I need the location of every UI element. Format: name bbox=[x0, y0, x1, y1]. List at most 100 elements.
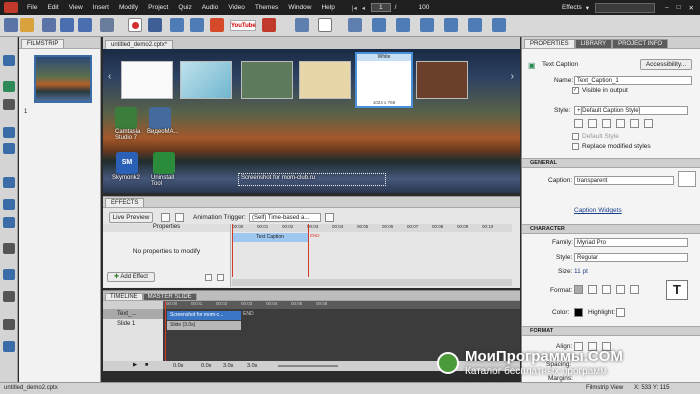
menu-quiz[interactable]: Quiz bbox=[173, 4, 196, 11]
pdf-icon[interactable] bbox=[262, 18, 276, 32]
style-select[interactable]: +[Default Caption Style] bbox=[574, 106, 688, 115]
menu-edit[interactable]: Edit bbox=[42, 4, 63, 11]
cut-icon[interactable] bbox=[100, 18, 114, 32]
new-project-icon[interactable] bbox=[4, 18, 18, 32]
tab-properties[interactable]: PROPERTIES bbox=[524, 39, 575, 48]
effects-end-marker[interactable] bbox=[308, 224, 309, 277]
effects-track[interactable]: Text Caption bbox=[232, 233, 308, 242]
size-value[interactable]: 11 pt bbox=[574, 268, 588, 275]
youtube-icon[interactable]: YouTube bbox=[230, 20, 256, 31]
accessibility-button[interactable]: Accessibility... bbox=[640, 59, 692, 70]
cube-icon[interactable] bbox=[372, 18, 386, 32]
prev-slide-icon[interactable]: ◂ bbox=[362, 4, 365, 12]
click-box-icon[interactable] bbox=[3, 177, 15, 188]
tab-timeline[interactable]: TIMELINE bbox=[105, 293, 143, 300]
tab-library[interactable]: LIBRARY bbox=[574, 39, 613, 48]
style-icon-5[interactable] bbox=[630, 119, 639, 128]
menu-video[interactable]: Video bbox=[223, 4, 250, 11]
menu-insert[interactable]: Insert bbox=[88, 4, 114, 11]
slide-thumbnail[interactable] bbox=[34, 55, 92, 103]
live-preview-button[interactable]: Live Preview bbox=[109, 212, 153, 223]
group-icon[interactable] bbox=[420, 18, 434, 32]
menu-project[interactable]: Project bbox=[143, 4, 173, 11]
effects-save-icon[interactable] bbox=[175, 213, 184, 222]
text-caption-object[interactable]: Screenshot for mom-club.ru bbox=[238, 173, 386, 186]
tab-project-info[interactable]: PROJECT INFO bbox=[612, 39, 669, 48]
theme-thumb-1[interactable] bbox=[121, 61, 173, 99]
search-input[interactable] bbox=[594, 2, 655, 13]
workspace-selector[interactable]: Effects bbox=[562, 4, 582, 11]
zoom-slider[interactable] bbox=[278, 365, 338, 367]
star-icon[interactable] bbox=[3, 55, 15, 66]
media-icon[interactable] bbox=[170, 18, 184, 32]
maximize-icon[interactable]: □ bbox=[677, 4, 681, 11]
timeline-playhead[interactable] bbox=[165, 301, 166, 361]
slide-number-input[interactable]: 1 bbox=[371, 3, 391, 12]
chevron-down-icon[interactable]: ▾ bbox=[586, 4, 589, 12]
char-style-select[interactable]: Regular bbox=[574, 253, 688, 262]
highlight-swatch[interactable] bbox=[616, 308, 625, 317]
default-style-checkbox[interactable] bbox=[572, 133, 579, 140]
visible-checkbox[interactable]: ✓ bbox=[572, 87, 579, 94]
menu-file[interactable]: File bbox=[22, 4, 42, 11]
camtasia-icon[interactable] bbox=[115, 107, 137, 129]
caption-preview[interactable] bbox=[678, 171, 696, 187]
button-tool-icon[interactable] bbox=[3, 199, 15, 210]
effects-playhead[interactable] bbox=[232, 224, 233, 277]
align-icon[interactable] bbox=[348, 18, 362, 32]
widget-icon[interactable] bbox=[3, 217, 15, 228]
underline-icon[interactable] bbox=[602, 285, 611, 294]
name-field[interactable]: Text_Caption_1 bbox=[574, 76, 692, 85]
caption-widgets-link[interactable]: Caption Widgets bbox=[574, 207, 622, 214]
replace-styles-checkbox[interactable] bbox=[572, 143, 579, 150]
menu-window[interactable]: Window bbox=[283, 4, 316, 11]
menu-themes[interactable]: Themes bbox=[250, 4, 283, 11]
video-icon[interactable] bbox=[148, 18, 162, 32]
tab-filmstrip[interactable]: FILMSTRIP bbox=[21, 39, 65, 48]
timeline-row-text[interactable]: Text_... bbox=[103, 309, 163, 319]
image-tool-icon[interactable] bbox=[3, 143, 15, 154]
caption-tool-icon[interactable] bbox=[3, 81, 15, 92]
uninstall-tool-icon[interactable] bbox=[153, 152, 175, 174]
audio-icon[interactable] bbox=[190, 18, 204, 32]
shape-tool-icon[interactable] bbox=[3, 127, 15, 138]
general-section-header[interactable]: GENERAL bbox=[522, 158, 700, 168]
caption-select[interactable]: transparent bbox=[574, 176, 674, 185]
trigger-delete-icon[interactable] bbox=[325, 213, 334, 222]
bring-front-icon[interactable] bbox=[444, 18, 458, 32]
grid-icon[interactable] bbox=[3, 319, 15, 330]
format-section-header[interactable]: FORMAT bbox=[522, 326, 700, 336]
animation-trigger-select[interactable]: (Self) Time-based a... bbox=[249, 213, 321, 222]
first-slide-icon[interactable]: |◂ bbox=[352, 4, 357, 12]
minimize-icon[interactable]: – bbox=[665, 4, 669, 11]
close-icon[interactable]: ✕ bbox=[689, 4, 694, 12]
menu-audio[interactable]: Audio bbox=[197, 4, 224, 11]
character-section-header[interactable]: CHARACTER bbox=[522, 224, 700, 234]
effects-scrollbar[interactable] bbox=[232, 279, 512, 286]
text-preview-icon[interactable]: T bbox=[666, 280, 688, 300]
timeline-bar-caption[interactable]: Screenshot for mom-c... bbox=[167, 311, 241, 320]
style-icon-4[interactable] bbox=[616, 119, 625, 128]
tab-document[interactable]: untitled_demo2.cptx* bbox=[105, 40, 174, 49]
timeline-bar-slide[interactable]: Slide (3.0s) bbox=[167, 321, 241, 330]
slide-canvas[interactable]: ‹ › White 1024 x 768 Camtasia Studio 7 B… bbox=[103, 49, 520, 193]
effect-trash-icon[interactable] bbox=[217, 274, 224, 281]
style-icon-2[interactable] bbox=[588, 119, 597, 128]
tab-effects[interactable]: EFFECTS bbox=[105, 198, 145, 207]
effects-list-icon[interactable] bbox=[161, 213, 170, 222]
menu-view[interactable]: View bbox=[64, 4, 88, 11]
style-icon-1[interactable] bbox=[574, 119, 583, 128]
superscript-icon[interactable] bbox=[616, 285, 625, 294]
color-swatch[interactable] bbox=[574, 308, 583, 317]
videomaster-icon[interactable] bbox=[149, 107, 171, 129]
theme-thumb-6[interactable] bbox=[416, 61, 468, 99]
bold-icon[interactable] bbox=[574, 285, 583, 294]
theme-thumb-2[interactable] bbox=[180, 61, 232, 99]
theme-thumb-4[interactable] bbox=[299, 61, 351, 99]
italic-icon[interactable] bbox=[588, 285, 597, 294]
pen-icon[interactable] bbox=[3, 291, 15, 302]
skymonk-icon[interactable]: SM bbox=[116, 152, 138, 174]
preview-icon[interactable] bbox=[295, 18, 309, 32]
flash-icon[interactable] bbox=[210, 18, 224, 32]
family-select[interactable]: Myriad Pro bbox=[574, 238, 688, 247]
